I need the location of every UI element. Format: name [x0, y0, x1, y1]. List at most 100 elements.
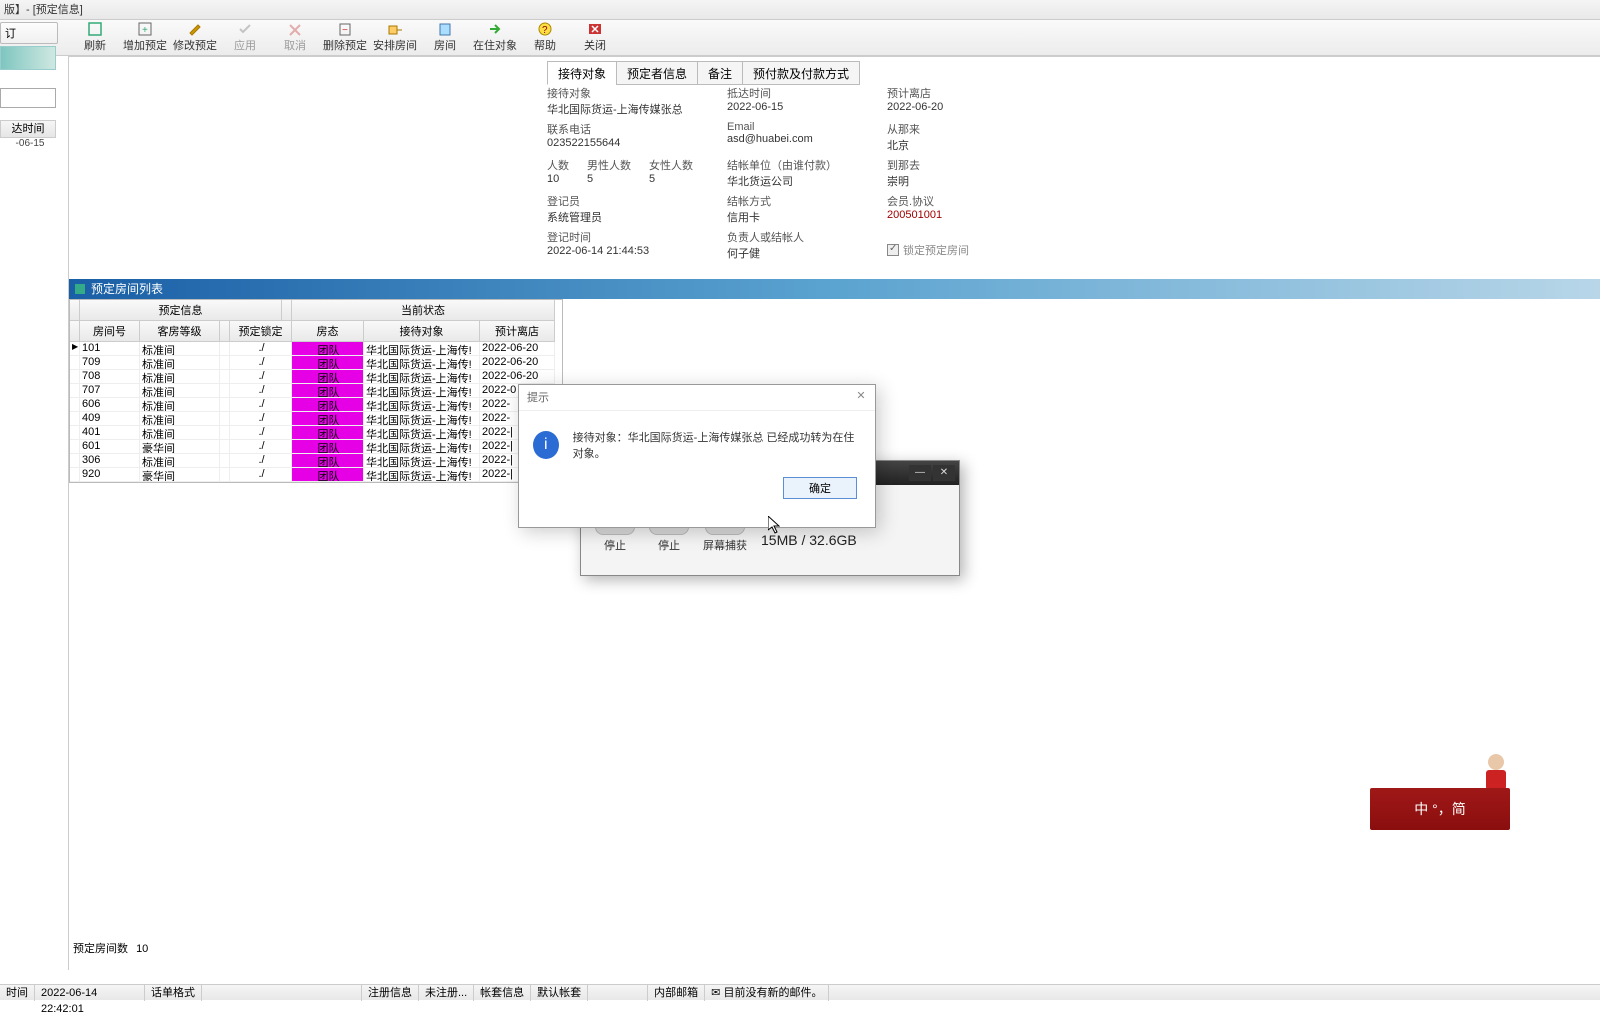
status-reg: 未注册... — [419, 985, 474, 1001]
cancel-button[interactable]: 取消 — [270, 20, 320, 56]
tab-remark[interactable]: 备注 — [697, 61, 743, 85]
info-dialog: 提示✕ i 接待对象：华北国际货运-上海传媒张总 已经成功转为在住对象。 确定 — [518, 384, 876, 528]
left-accent — [0, 46, 56, 70]
left-panel-fragment: 订 达时间 -06-15 — [0, 20, 60, 140]
room-list-header: 预定房间列表 — [69, 279, 1600, 299]
col-status[interactable]: 房态 — [292, 321, 364, 342]
cancel-icon — [287, 22, 303, 36]
detail-tabs: 接待对象 预定者信息 备注 预付款及付款方式 — [547, 61, 859, 85]
tab-booker[interactable]: 预定者信息 — [616, 61, 698, 85]
table-row[interactable]: 708 标准间 ./ 团队 华北国际货运-上海传! 2022-06-20 — [70, 370, 562, 384]
col-guest[interactable]: 接待对象 — [364, 321, 480, 342]
recorder-size: 15MB / 32.6GB — [761, 532, 878, 548]
room-button[interactable]: 房间 — [420, 20, 470, 56]
label-registrar: 登记员 — [547, 193, 707, 209]
checkin-button[interactable]: 在住对象 — [470, 20, 520, 56]
label-female: 女性人数 — [649, 157, 693, 173]
val-member[interactable]: 200501001 — [887, 209, 1027, 221]
label-arrival: 抵达时间 — [727, 85, 867, 101]
room-count-bar: 预定房间数 10 — [69, 940, 1600, 954]
help-button[interactable]: ?帮助 — [520, 20, 570, 56]
tab-payment[interactable]: 预付款及付款方式 — [742, 61, 860, 85]
table-row[interactable]: 920 豪华间 ./ 团队 华北国际货运-上海传! 2022-| — [70, 468, 562, 482]
info-icon: i — [533, 431, 559, 459]
lock-room-label: 锁定预定房间 — [903, 242, 969, 258]
left-col-header: 达时间 — [0, 120, 56, 138]
label-male: 男性人数 — [587, 157, 631, 173]
label-count: 人数 — [547, 157, 569, 173]
col-grade[interactable]: 客房等级 — [140, 321, 220, 342]
label-email: Email — [727, 121, 867, 133]
status-time: 2022-06-14 22:42:01 — [35, 985, 145, 1001]
table-row[interactable]: 709 标准间 ./ 团队 华北国际货运-上海传! 2022-06-20 — [70, 356, 562, 370]
status-time-label: 时间 — [0, 985, 35, 1001]
table-row[interactable]: 601 豪华间 ./ 团队 华北国际货运-上海传! 2022-| — [70, 440, 562, 454]
edit-booking-button[interactable]: 修改预定 — [170, 20, 220, 56]
label-paymethod: 结帐方式 — [727, 193, 867, 209]
label-to: 到那去 — [887, 157, 1027, 173]
table-row[interactable]: 306 标准间 ./ 团队 华北国际货运-上海传! 2022-| — [70, 454, 562, 468]
status-acct: 默认帐套 — [531, 985, 588, 1001]
val-male: 5 — [587, 173, 631, 185]
svg-text:+: + — [142, 25, 148, 36]
add-booking-button[interactable]: +增加预定 — [120, 20, 170, 56]
apply-button[interactable]: 应用 — [220, 20, 270, 56]
help-icon: ? — [537, 22, 553, 36]
label-departure: 预计离店 — [887, 85, 1027, 101]
check-icon — [237, 22, 253, 36]
recorder-minimize[interactable]: — — [909, 465, 931, 481]
val-regtime: 2022-06-14 21:44:53 — [547, 245, 707, 257]
dialog-ok-button[interactable]: 确定 — [783, 477, 857, 499]
status-reg-label: 注册信息 — [362, 985, 419, 1001]
status-mail: ✉ 目前没有新的邮件。 — [705, 985, 829, 1001]
recorder-close[interactable]: ✕ — [933, 465, 955, 481]
val-email: asd@huabei.com — [727, 133, 867, 145]
dialog-message: 接待对象：华北国际货运-上海传媒张总 已经成功转为在住对象。 — [573, 429, 861, 461]
val-paymethod: 信用卡 — [727, 209, 867, 225]
val-phone: 023522155644 — [547, 137, 707, 149]
lock-room-checkbox[interactable] — [887, 244, 899, 256]
label-member: 会员.协议 — [887, 193, 1027, 209]
ime-indicator[interactable]: 中 °，简 — [1370, 788, 1510, 830]
room-icon — [437, 22, 453, 36]
dialog-close-button[interactable]: ✕ — [853, 389, 869, 405]
val-arrival: 2022-06-15 — [727, 101, 867, 113]
dialog-title: 提示✕ — [519, 385, 875, 411]
label-payunit: 结帐单位（由谁付款） — [727, 157, 867, 173]
col-dep[interactable]: 预计离店 — [480, 321, 555, 342]
close-button[interactable]: 关闭 — [570, 20, 620, 56]
table-row[interactable]: 401 标准间 ./ 团队 华北国际货运-上海传! 2022-| — [70, 426, 562, 440]
val-guest: 华北国际货运-上海传媒张总 — [547, 101, 707, 117]
arrow-right-icon — [487, 22, 503, 36]
val-to: 崇明 — [887, 173, 1027, 189]
assign-icon — [387, 22, 403, 36]
table-row[interactable]: 409 标准间 ./ 团队 华北国际货运-上海传! 2022- — [70, 412, 562, 426]
mail-icon: ✉ — [711, 987, 720, 999]
status-mail-label: 内部邮箱 — [648, 985, 705, 1001]
val-payer: 何子健 — [727, 245, 867, 261]
table-row[interactable]: ▶ 101 标准间 ./ 团队 华北国际货运-上海传! 2022-06-20 — [70, 342, 562, 356]
room-grid[interactable]: 预定信息 当前状态 房间号 客房等级 预定锁定 房态 接待对象 预计离店 ▶ 1… — [69, 299, 563, 483]
table-row[interactable]: 606 标准间 ./ 团队 华北国际货运-上海传! 2022- — [70, 398, 562, 412]
label-regtime: 登记时间 — [547, 229, 707, 245]
refresh-button[interactable]: 刷新 — [70, 20, 120, 56]
col-room[interactable]: 房间号 — [80, 321, 140, 342]
delete-booking-button[interactable]: −删除预定 — [320, 20, 370, 56]
status-format: 话单格式 — [145, 985, 202, 1001]
add-icon: + — [137, 22, 153, 36]
left-input[interactable] — [0, 88, 56, 108]
table-row[interactable]: 707 标准间 ./ 团队 华北国际货运-上海传! 2022-0 — [70, 384, 562, 398]
delete-icon: − — [337, 22, 353, 36]
val-female: 5 — [649, 173, 693, 185]
grid-group-status: 当前状态 — [292, 300, 555, 321]
col-lock[interactable]: 预定锁定 — [230, 321, 292, 342]
left-tab[interactable]: 订 — [0, 22, 58, 44]
label-from: 从那来 — [887, 121, 1027, 137]
assign-room-button[interactable]: 安排房间 — [370, 20, 420, 56]
edit-icon — [187, 22, 203, 36]
val-from: 北京 — [887, 137, 1027, 153]
detail-panel: 接待对象华北国际货运-上海传媒张总 抵达时间2022-06-15 预计离店202… — [547, 85, 1047, 265]
val-count: 10 — [547, 173, 569, 185]
tab-guest[interactable]: 接待对象 — [547, 61, 617, 85]
val-registrar: 系统管理员 — [547, 209, 707, 225]
